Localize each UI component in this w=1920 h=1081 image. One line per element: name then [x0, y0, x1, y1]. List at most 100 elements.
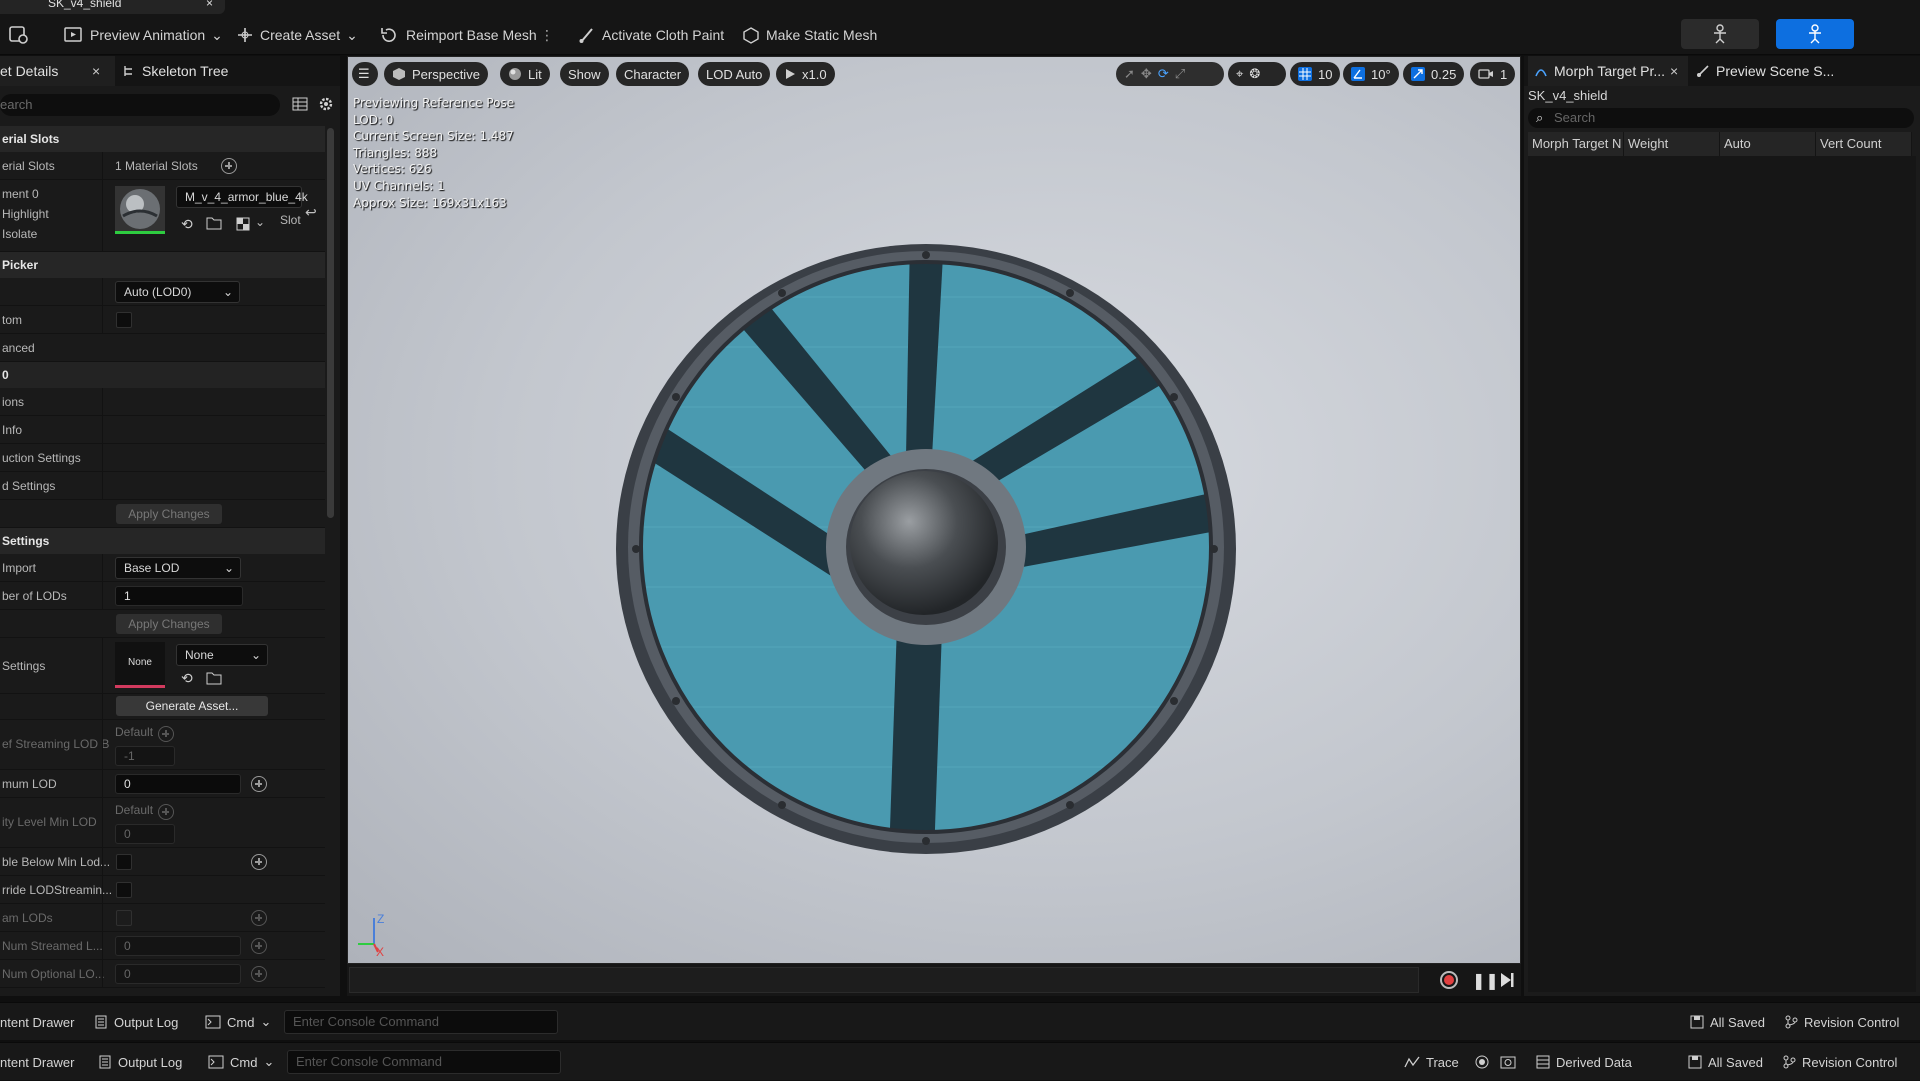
- tab-preview-scene[interactable]: Preview Scene S...: [1696, 56, 1846, 86]
- column-morph-target[interactable]: Morph Target N: [1528, 132, 1624, 156]
- morph-search-input[interactable]: ⌕ Search: [1528, 108, 1914, 128]
- perspective-button[interactable]: Perspective: [384, 62, 488, 86]
- cloth-paint-button[interactable]: Activate Cloth Paint: [578, 22, 724, 48]
- static-mesh-button[interactable]: Make Static Mesh: [742, 22, 877, 48]
- all-saved-button[interactable]: All Saved: [1690, 1003, 1765, 1041]
- close-icon[interactable]: ×: [206, 0, 213, 10]
- add-override-button[interactable]: [251, 776, 267, 792]
- column-vert-count[interactable]: Vert Count: [1816, 132, 1912, 156]
- info-row[interactable]: Info: [0, 416, 325, 444]
- tab-skeleton-tree[interactable]: Skeleton Tree: [122, 56, 262, 86]
- sections-row[interactable]: ions: [0, 388, 325, 416]
- details-search-input[interactable]: earch: [0, 94, 280, 116]
- section-material-slots[interactable]: erial Slots: [0, 126, 325, 152]
- minimum-lod-input[interactable]: 0: [115, 774, 241, 794]
- rotate-icon[interactable]: ⟳: [1158, 66, 1169, 82]
- viewport[interactable]: ☰ Perspective Lit Show Character LOD Aut…: [347, 56, 1521, 964]
- output-log-button[interactable]: Output Log: [94, 1003, 178, 1041]
- lit-button[interactable]: Lit: [500, 62, 550, 86]
- apply-changes-button[interactable]: Apply Changes: [116, 614, 222, 634]
- pause-icon[interactable]: ❚❚: [1472, 971, 1499, 991]
- move-icon[interactable]: ✥: [1141, 66, 1152, 82]
- add-override-button[interactable]: [251, 854, 267, 870]
- stream-lods-checkbox[interactable]: [116, 910, 132, 926]
- override-streaming-checkbox[interactable]: [116, 882, 132, 898]
- section-lod0[interactable]: 0: [0, 362, 325, 388]
- section-lod-picker[interactable]: Picker: [0, 252, 325, 278]
- checker-icon[interactable]: [236, 217, 250, 234]
- use-selected-icon[interactable]: ⟲: [181, 216, 193, 233]
- close-icon[interactable]: ×: [1670, 63, 1678, 79]
- use-selected-icon[interactable]: ⟲: [181, 670, 193, 687]
- build-settings-row[interactable]: d Settings: [0, 472, 325, 500]
- scale-snap-button[interactable]: 0.25: [1403, 62, 1465, 86]
- cmd-dropdown[interactable]: Cmd ⌄: [205, 1003, 271, 1041]
- add-override-button[interactable]: [158, 726, 174, 742]
- viewport-menu-button[interactable]: ☰: [352, 62, 378, 86]
- revision-control-button[interactable]: Revision Control: [1784, 1003, 1899, 1041]
- more-options-icon[interactable]: ⋮: [540, 22, 554, 48]
- custom-checkbox[interactable]: [116, 312, 132, 328]
- browse-folder-icon[interactable]: [206, 671, 222, 688]
- material-thumbnail[interactable]: [115, 186, 165, 234]
- gear-icon[interactable]: [318, 96, 334, 115]
- derived-data-button[interactable]: Derived Data: [1536, 1043, 1632, 1081]
- screenshot-icon[interactable]: [1500, 1043, 1516, 1081]
- timeline-track[interactable]: [349, 967, 1419, 993]
- number-of-lods-input[interactable]: 1: [115, 586, 243, 606]
- add-material-slot-button[interactable]: [221, 158, 237, 174]
- rotation-snap-button[interactable]: 10°: [1343, 62, 1399, 86]
- lod-import-dropdown[interactable]: Base LOD ⌄: [115, 557, 241, 579]
- content-drawer-button[interactable]: ntent Drawer: [0, 1043, 74, 1081]
- create-asset-button[interactable]: Create Asset ⌄: [236, 22, 358, 48]
- disable-below-checkbox[interactable]: [116, 854, 132, 870]
- details-scrollbar[interactable]: [327, 128, 334, 518]
- record-trace-icon[interactable]: [1475, 1043, 1489, 1081]
- generate-asset-button[interactable]: Generate Asset...: [116, 696, 268, 716]
- trace-button[interactable]: Trace: [1404, 1043, 1459, 1081]
- revision-control-button[interactable]: Revision Control: [1782, 1043, 1897, 1081]
- output-log-button[interactable]: Output Log: [98, 1043, 182, 1081]
- playback-speed-button[interactable]: x1.0: [776, 62, 835, 86]
- world-icon[interactable]: ❂: [1249, 66, 1260, 82]
- lod-settings-dropdown[interactable]: None ⌄: [176, 644, 268, 666]
- material-dropdown[interactable]: M_v_4_armor_blue_4k: [176, 186, 308, 208]
- show-button[interactable]: Show: [560, 62, 609, 86]
- reimport-button[interactable]: Reimport Base Mesh: [380, 22, 537, 48]
- surface-snap-icon[interactable]: ⌖: [1236, 66, 1243, 82]
- chevron-down-icon[interactable]: ⌄: [255, 215, 265, 229]
- shield-mesh[interactable]: [614, 237, 1238, 857]
- content-drawer-button[interactable]: ntent Drawer: [0, 1003, 74, 1041]
- section-lod-settings[interactable]: Settings: [0, 528, 325, 554]
- asset-thumbnail[interactable]: None: [115, 642, 165, 688]
- morph-target-list[interactable]: [1528, 156, 1916, 992]
- reset-arrow-icon[interactable]: ↩: [305, 204, 317, 221]
- column-weight[interactable]: Weight: [1624, 132, 1720, 156]
- grid-snap-button[interactable]: 10: [1290, 62, 1341, 86]
- mesh-mode-button[interactable]: [1776, 19, 1854, 49]
- character-button[interactable]: Character: [616, 62, 690, 86]
- browse-icon[interactable]: [8, 22, 30, 48]
- add-override-button[interactable]: [251, 966, 267, 982]
- add-override-button[interactable]: [158, 804, 174, 820]
- step-forward-icon[interactable]: [1499, 971, 1515, 992]
- num-optional-input[interactable]: 0: [115, 964, 241, 984]
- add-override-button[interactable]: [251, 938, 267, 954]
- column-auto[interactable]: Auto: [1720, 132, 1816, 156]
- lod-dropdown[interactable]: Auto (LOD0) ⌄: [115, 281, 240, 303]
- tab-details[interactable]: et Details ×: [0, 56, 115, 86]
- tab-morph-target[interactable]: Morph Target Pr... ×: [1528, 56, 1688, 86]
- browse-folder-icon[interactable]: [206, 216, 222, 233]
- close-icon[interactable]: ×: [92, 63, 100, 79]
- lod-button[interactable]: LOD Auto: [698, 62, 771, 86]
- advanced-row[interactable]: anced: [0, 334, 325, 362]
- cmd-dropdown[interactable]: Cmd ⌄: [208, 1043, 274, 1081]
- table-view-icon[interactable]: [292, 96, 308, 115]
- skeleton-mode-button[interactable]: [1681, 19, 1759, 49]
- all-saved-button[interactable]: All Saved: [1688, 1043, 1763, 1081]
- record-button[interactable]: [1440, 971, 1458, 989]
- preview-animation-button[interactable]: Preview Animation ⌄: [64, 22, 223, 48]
- select-icon[interactable]: ➚: [1124, 66, 1135, 82]
- streaming-lod-input[interactable]: -1: [115, 746, 175, 766]
- camera-speed-button[interactable]: 1: [1470, 62, 1516, 86]
